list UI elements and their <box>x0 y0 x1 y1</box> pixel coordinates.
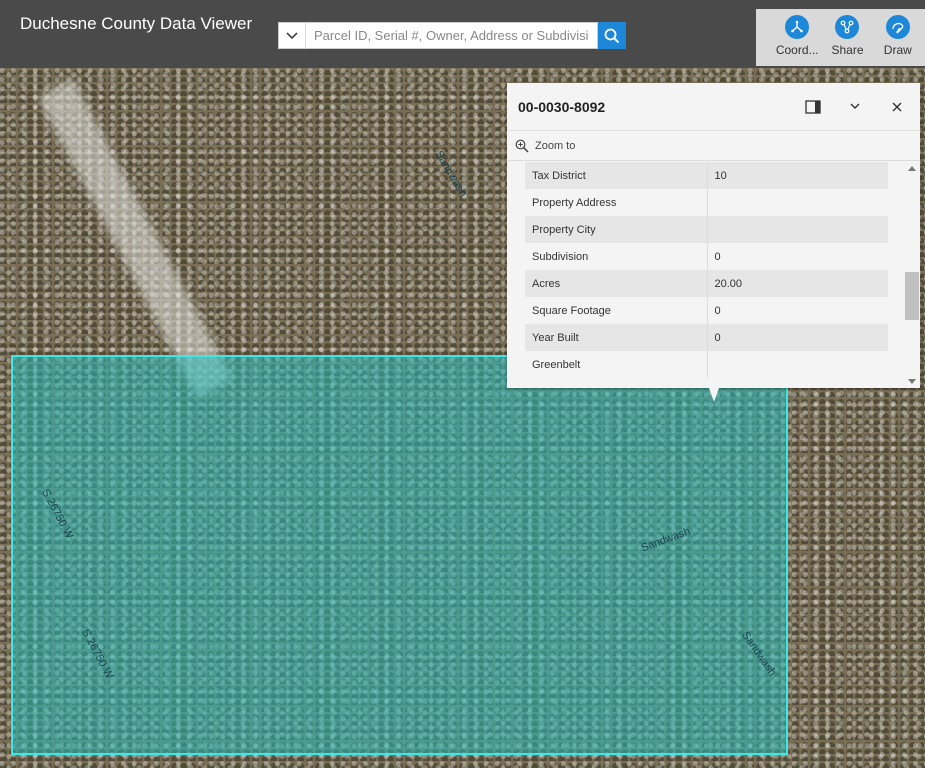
attribute-key: Greenbelt <box>525 351 708 378</box>
attribute-value <box>707 216 888 243</box>
attribute-key: Property City <box>525 216 708 243</box>
table-row: Property City <box>525 216 888 243</box>
draw-label: Draw <box>883 43 912 57</box>
attribute-table-scroll[interactable]: Tax District 10 Property Address Property… <box>507 162 920 388</box>
share-button[interactable]: Share <box>823 15 871 66</box>
chevron-down-icon <box>850 103 860 109</box>
wash-label: Sandwash <box>432 148 469 200</box>
attribute-key: Property Address <box>525 189 708 216</box>
draw-icon <box>885 15 910 39</box>
search-input[interactable] <box>306 22 598 49</box>
popup-header: 00-0030-8092 <box>507 83 920 131</box>
dock-icon <box>805 99 821 114</box>
scroll-up-icon[interactable] <box>908 166 916 171</box>
attribute-value: 0 <box>714 250 721 263</box>
table-row: Subdivision 0 <box>525 243 888 270</box>
attribute-value: 0 <box>707 324 888 351</box>
table-row: Tax District 10 <box>525 162 888 189</box>
dock-button[interactable] <box>801 95 825 119</box>
attribute-value <box>707 351 888 378</box>
attribute-value: 10 <box>707 162 888 189</box>
attribute-key: Acres <box>525 270 708 297</box>
scrollbar-thumb[interactable] <box>905 272 919 320</box>
close-button[interactable] <box>885 95 909 119</box>
draw-button[interactable]: Draw <box>874 15 922 66</box>
table-row: Square Footage 0 <box>525 297 888 324</box>
share-label: Share <box>831 43 864 57</box>
selected-parcel[interactable] <box>11 355 788 755</box>
attribute-key: Tax District <box>525 162 708 189</box>
attribute-key: Square Footage <box>525 297 708 324</box>
coordinates-label: Coord... <box>775 43 819 57</box>
app-title: Duchesne County Data Viewer <box>20 14 253 33</box>
coordinates-icon <box>785 15 810 39</box>
close-icon <box>892 102 902 111</box>
attribute-key: Year Built <box>525 324 708 351</box>
zoom-to-button[interactable]: Zoom to <box>535 140 575 152</box>
popup-pointer <box>709 388 719 402</box>
popup-title: 00-0030-8092 <box>518 98 606 115</box>
table-row: Year Built 0 <box>525 324 888 351</box>
table-row: Acres 20.00 <box>525 270 888 297</box>
scroll-down-icon[interactable] <box>908 379 916 384</box>
scrollbar[interactable] <box>904 162 920 388</box>
table-row: Greenbelt <box>525 351 888 378</box>
chevron-down-icon <box>286 31 298 39</box>
collapse-button[interactable] <box>843 95 867 119</box>
attribute-table: Tax District 10 Property Address Property… <box>525 162 888 378</box>
zoom-in-icon <box>515 139 529 153</box>
search-source-dropdown[interactable] <box>278 22 306 49</box>
search-icon <box>604 28 620 43</box>
share-icon <box>835 15 860 39</box>
attribute-value: 20.00 <box>707 270 888 297</box>
toolbar: Coord... Share Draw <box>756 9 925 66</box>
coordinates-button[interactable]: Coord... <box>773 15 821 66</box>
attribute-value <box>707 189 888 216</box>
road <box>37 78 233 398</box>
table-row: Property Address <box>525 189 888 216</box>
app-header: Duchesne County Data Viewer Coord... Sha… <box>0 0 925 68</box>
search-bar <box>278 22 626 49</box>
attribute-key: Subdivision <box>525 243 708 270</box>
parcel-popup: 00-0030-8092 Zoom to Tax District 10 Prop… <box>507 83 920 388</box>
attribute-value: 0 <box>714 304 721 317</box>
popup-actions: Zoom to <box>507 131 920 161</box>
search-button[interactable] <box>598 22 626 49</box>
